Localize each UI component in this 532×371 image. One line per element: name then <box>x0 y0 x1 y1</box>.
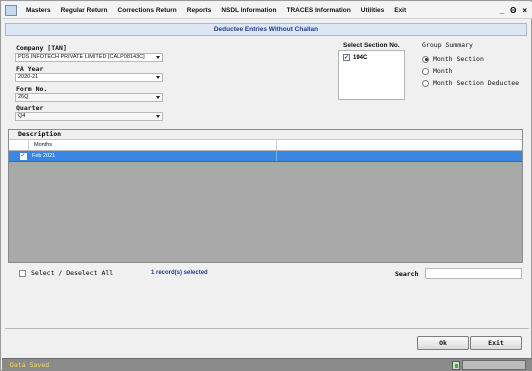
window-controls: _ Θ × <box>500 6 532 15</box>
checkbox-icon[interactable]: ✓ <box>19 152 27 160</box>
chevron-down-icon <box>156 96 160 99</box>
app-icon <box>5 4 17 16</box>
exit-button[interactable]: Exit <box>470 336 522 350</box>
menu-utilities[interactable]: Utilities <box>356 7 389 14</box>
fa-year-value: 2020-21 <box>18 74 39 80</box>
fa-year-label: FA Year <box>16 65 44 73</box>
section-item-label: 194C <box>353 54 368 61</box>
radio-month[interactable]: Month <box>422 67 453 75</box>
radio-label: Month <box>433 67 453 75</box>
menu-exit[interactable]: Exit <box>389 7 411 14</box>
menu-bar: Masters Regular Return Corrections Retur… <box>2 2 532 19</box>
radio-selected-icon[interactable] <box>422 55 429 63</box>
row-selector[interactable] <box>9 151 17 161</box>
radio-icon[interactable] <box>422 67 429 75</box>
quarter-label: Quarter <box>16 104 44 112</box>
company-value: PDS INFOTECH PRIVATE LIMITED [CALP08143C… <box>18 54 145 60</box>
grid-header: Months <box>9 140 522 151</box>
row-filler <box>277 151 522 161</box>
app-window: Masters Regular Return Corrections Retur… <box>0 0 532 371</box>
checkbox-icon[interactable]: ✓ <box>343 54 350 61</box>
section-item-194c[interactable]: ✓ 194C <box>343 54 367 61</box>
progress-indicator <box>462 360 526 370</box>
menu-reports[interactable]: Reports <box>182 7 217 14</box>
menu-regular-return[interactable]: Regular Return <box>56 7 113 14</box>
radio-month-section[interactable]: Month Section <box>422 55 484 63</box>
table-row[interactable]: ✓ Feb 2021 <box>9 151 522 162</box>
menu-traces-information[interactable]: TRACES Information <box>281 7 355 14</box>
row-month: Feb 2021 <box>29 151 277 161</box>
company-select[interactable]: PDS INFOTECH PRIVATE LIMITED [CALP08143C… <box>15 53 163 62</box>
status-bar: Data Saved <box>2 358 532 371</box>
records-selected-text: 1 record(s) selected <box>151 270 208 276</box>
select-all-label: Select / Deselect All <box>31 269 114 277</box>
restore-icon[interactable]: Θ <box>510 6 516 15</box>
search-label: Search <box>395 270 419 278</box>
ok-button[interactable]: Ok <box>417 336 469 350</box>
select-all-toggle[interactable]: Select / Deselect All <box>19 269 113 277</box>
chevron-down-icon <box>156 56 160 59</box>
form-no-label: Form No. <box>16 85 48 93</box>
column-header-months[interactable]: Months <box>29 140 277 150</box>
menu-corrections-return[interactable]: Corrections Return <box>113 7 182 14</box>
divider <box>5 328 529 329</box>
company-label: Company [TAN] <box>16 44 67 52</box>
section-label: Select Section No. <box>343 42 400 49</box>
group-summary-label: Group Summary <box>422 41 473 49</box>
radio-month-section-deductee[interactable]: Month Section Deductee <box>422 79 519 87</box>
checkbox-icon[interactable] <box>19 269 26 277</box>
section-list: ✓ 194C <box>338 50 405 100</box>
chevron-down-icon <box>156 76 160 79</box>
quarter-value: Q4 <box>18 113 26 119</box>
status-indicators <box>452 360 526 370</box>
battery-icon <box>452 360 460 370</box>
menu-nsdl-information[interactable]: NSDL Information <box>216 7 281 14</box>
grid-header-filler <box>277 140 522 150</box>
page-title: Deductee Entries Without Challan <box>5 23 527 36</box>
row-checkbox-cell[interactable]: ✓ <box>17 151 29 161</box>
radio-label: Month Section Deductee <box>433 79 520 87</box>
grid-caption: Description <box>9 130 522 140</box>
months-grid: Description Months ✓ Feb 2021 <box>8 129 523 263</box>
radio-icon[interactable] <box>422 79 429 87</box>
minimize-icon[interactable]: _ <box>500 6 504 15</box>
radio-label: Month Section <box>433 55 484 63</box>
form-no-value: 26Q <box>18 94 29 100</box>
grid-header-select <box>9 140 29 150</box>
chevron-down-icon <box>156 115 160 118</box>
form-no-select[interactable]: 26Q <box>15 93 163 102</box>
quarter-select[interactable]: Q4 <box>15 112 163 121</box>
status-text: Data Saved <box>10 361 50 369</box>
close-icon[interactable]: × <box>522 6 527 15</box>
menu-masters[interactable]: Masters <box>21 7 56 14</box>
search-input[interactable] <box>425 268 522 279</box>
fa-year-select[interactable]: 2020-21 <box>15 73 163 82</box>
